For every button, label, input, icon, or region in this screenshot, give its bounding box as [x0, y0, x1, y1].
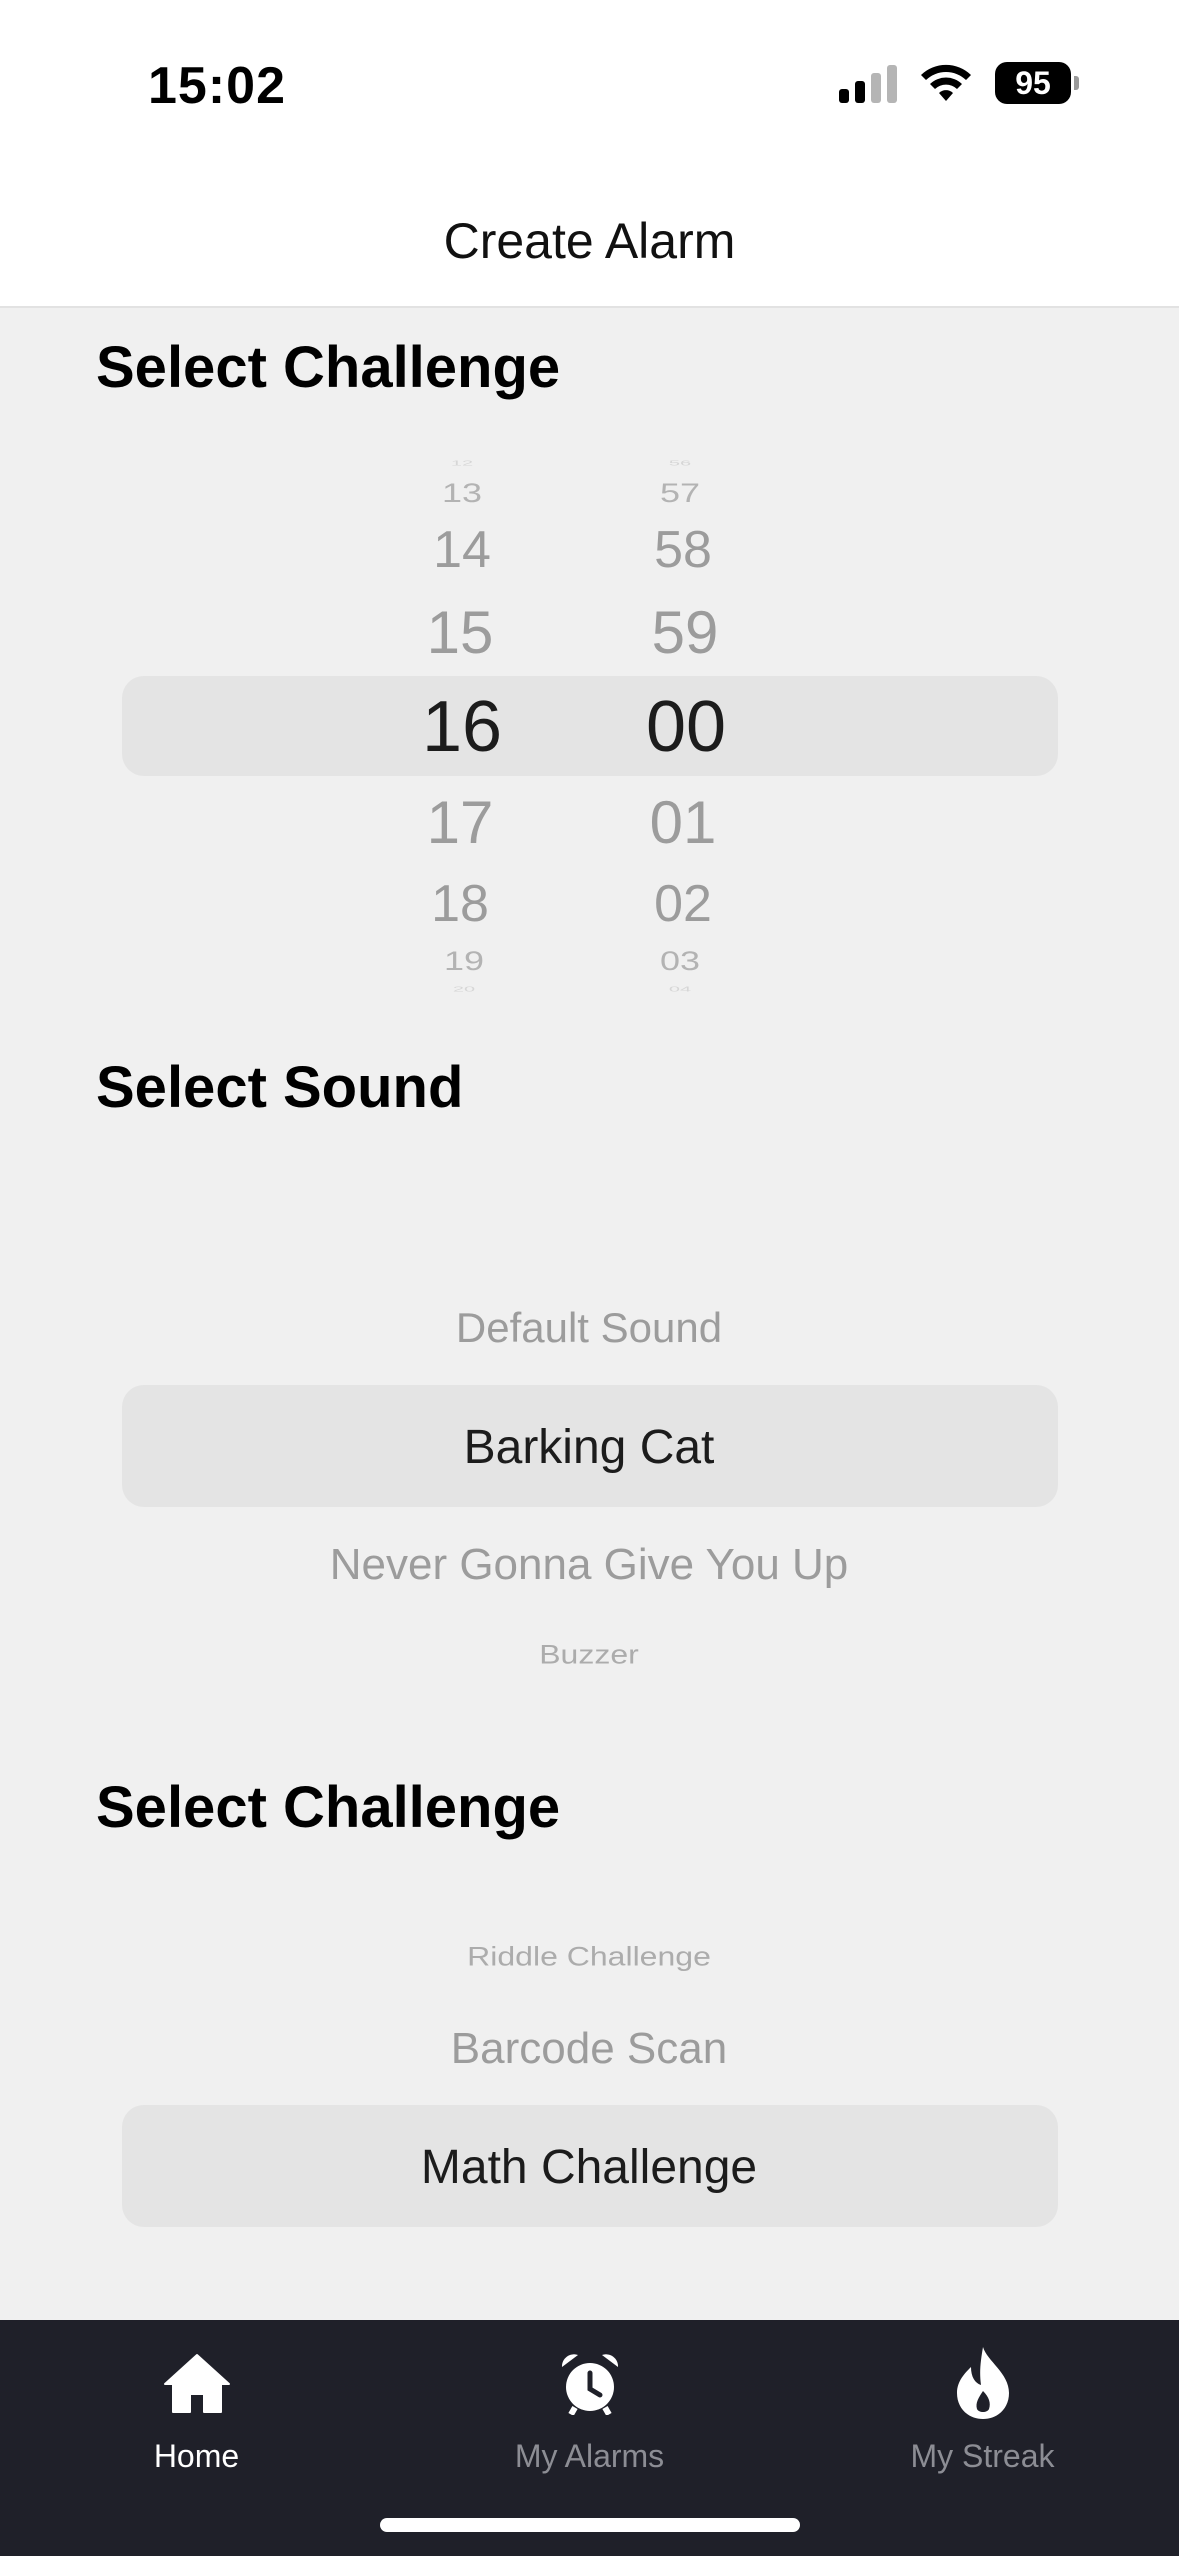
time-section-title: Select Challenge [96, 335, 561, 400]
tab-my-alarms-label: My Alarms [514, 2438, 665, 2474]
house-icon [163, 2346, 231, 2420]
minute-option[interactable]: 56 [669, 459, 691, 467]
wifi-icon [921, 64, 971, 101]
hour-option[interactable]: 15 [427, 598, 494, 667]
battery-icon: 95 [995, 62, 1079, 104]
time-picker-highlight [122, 676, 1058, 776]
page-title: Create Alarm [443, 213, 736, 269]
status-bar: 15:02 95 [0, 0, 1179, 150]
hour-option[interactable]: 18 [431, 874, 489, 934]
minute-option[interactable]: 58 [654, 520, 712, 580]
tab-home-label: Home [153, 2438, 240, 2474]
challenge-option-selected[interactable]: Math Challenge [421, 2140, 757, 2195]
cellular-signal-icon [839, 63, 897, 103]
challenge-option[interactable]: Riddle Challenge [467, 1941, 711, 1972]
minute-option[interactable]: 01 [650, 788, 717, 857]
hour-option[interactable]: 13 [442, 477, 482, 509]
challenge-section-title: Select Challenge [96, 1775, 561, 1840]
hour-option[interactable]: 20 [453, 985, 475, 993]
hour-option-selected[interactable]: 16 [422, 686, 502, 768]
flame-icon [953, 2346, 1013, 2420]
sound-option-selected[interactable]: Barking Cat [464, 1420, 715, 1475]
sound-option[interactable]: Never Gonna Give You Up [330, 1540, 849, 1590]
hour-option[interactable]: 14 [433, 520, 491, 580]
challenge-option[interactable]: Barcode Scan [451, 2024, 727, 2074]
minute-option[interactable]: 02 [654, 874, 712, 934]
minute-option-selected[interactable]: 00 [646, 686, 726, 768]
minute-option[interactable]: 03 [660, 945, 700, 977]
minute-option[interactable]: 57 [660, 477, 700, 509]
minute-option[interactable]: 04 [669, 985, 691, 993]
hour-option[interactable]: 12 [451, 459, 473, 467]
status-icons: 95 [839, 62, 1079, 104]
tab-my-streak[interactable]: My Streak [786, 2320, 1179, 2556]
hour-option[interactable]: 17 [427, 788, 494, 857]
sound-option[interactable]: Buzzer [539, 1639, 639, 1670]
tab-my-streak-label: My Streak [910, 2438, 1055, 2474]
home-indicator[interactable] [380, 2518, 800, 2532]
navigation-bar: Create Alarm [0, 150, 1179, 308]
sound-option[interactable]: Default Sound [456, 1304, 722, 1352]
sound-section-title: Select Sound [96, 1055, 464, 1120]
battery-level: 95 [995, 62, 1071, 104]
alarm-clock-icon [558, 2346, 622, 2420]
minute-option[interactable]: 59 [652, 598, 719, 667]
hour-option[interactable]: 19 [444, 945, 484, 977]
tab-home[interactable]: Home [0, 2320, 393, 2556]
status-time: 15:02 [148, 57, 286, 115]
